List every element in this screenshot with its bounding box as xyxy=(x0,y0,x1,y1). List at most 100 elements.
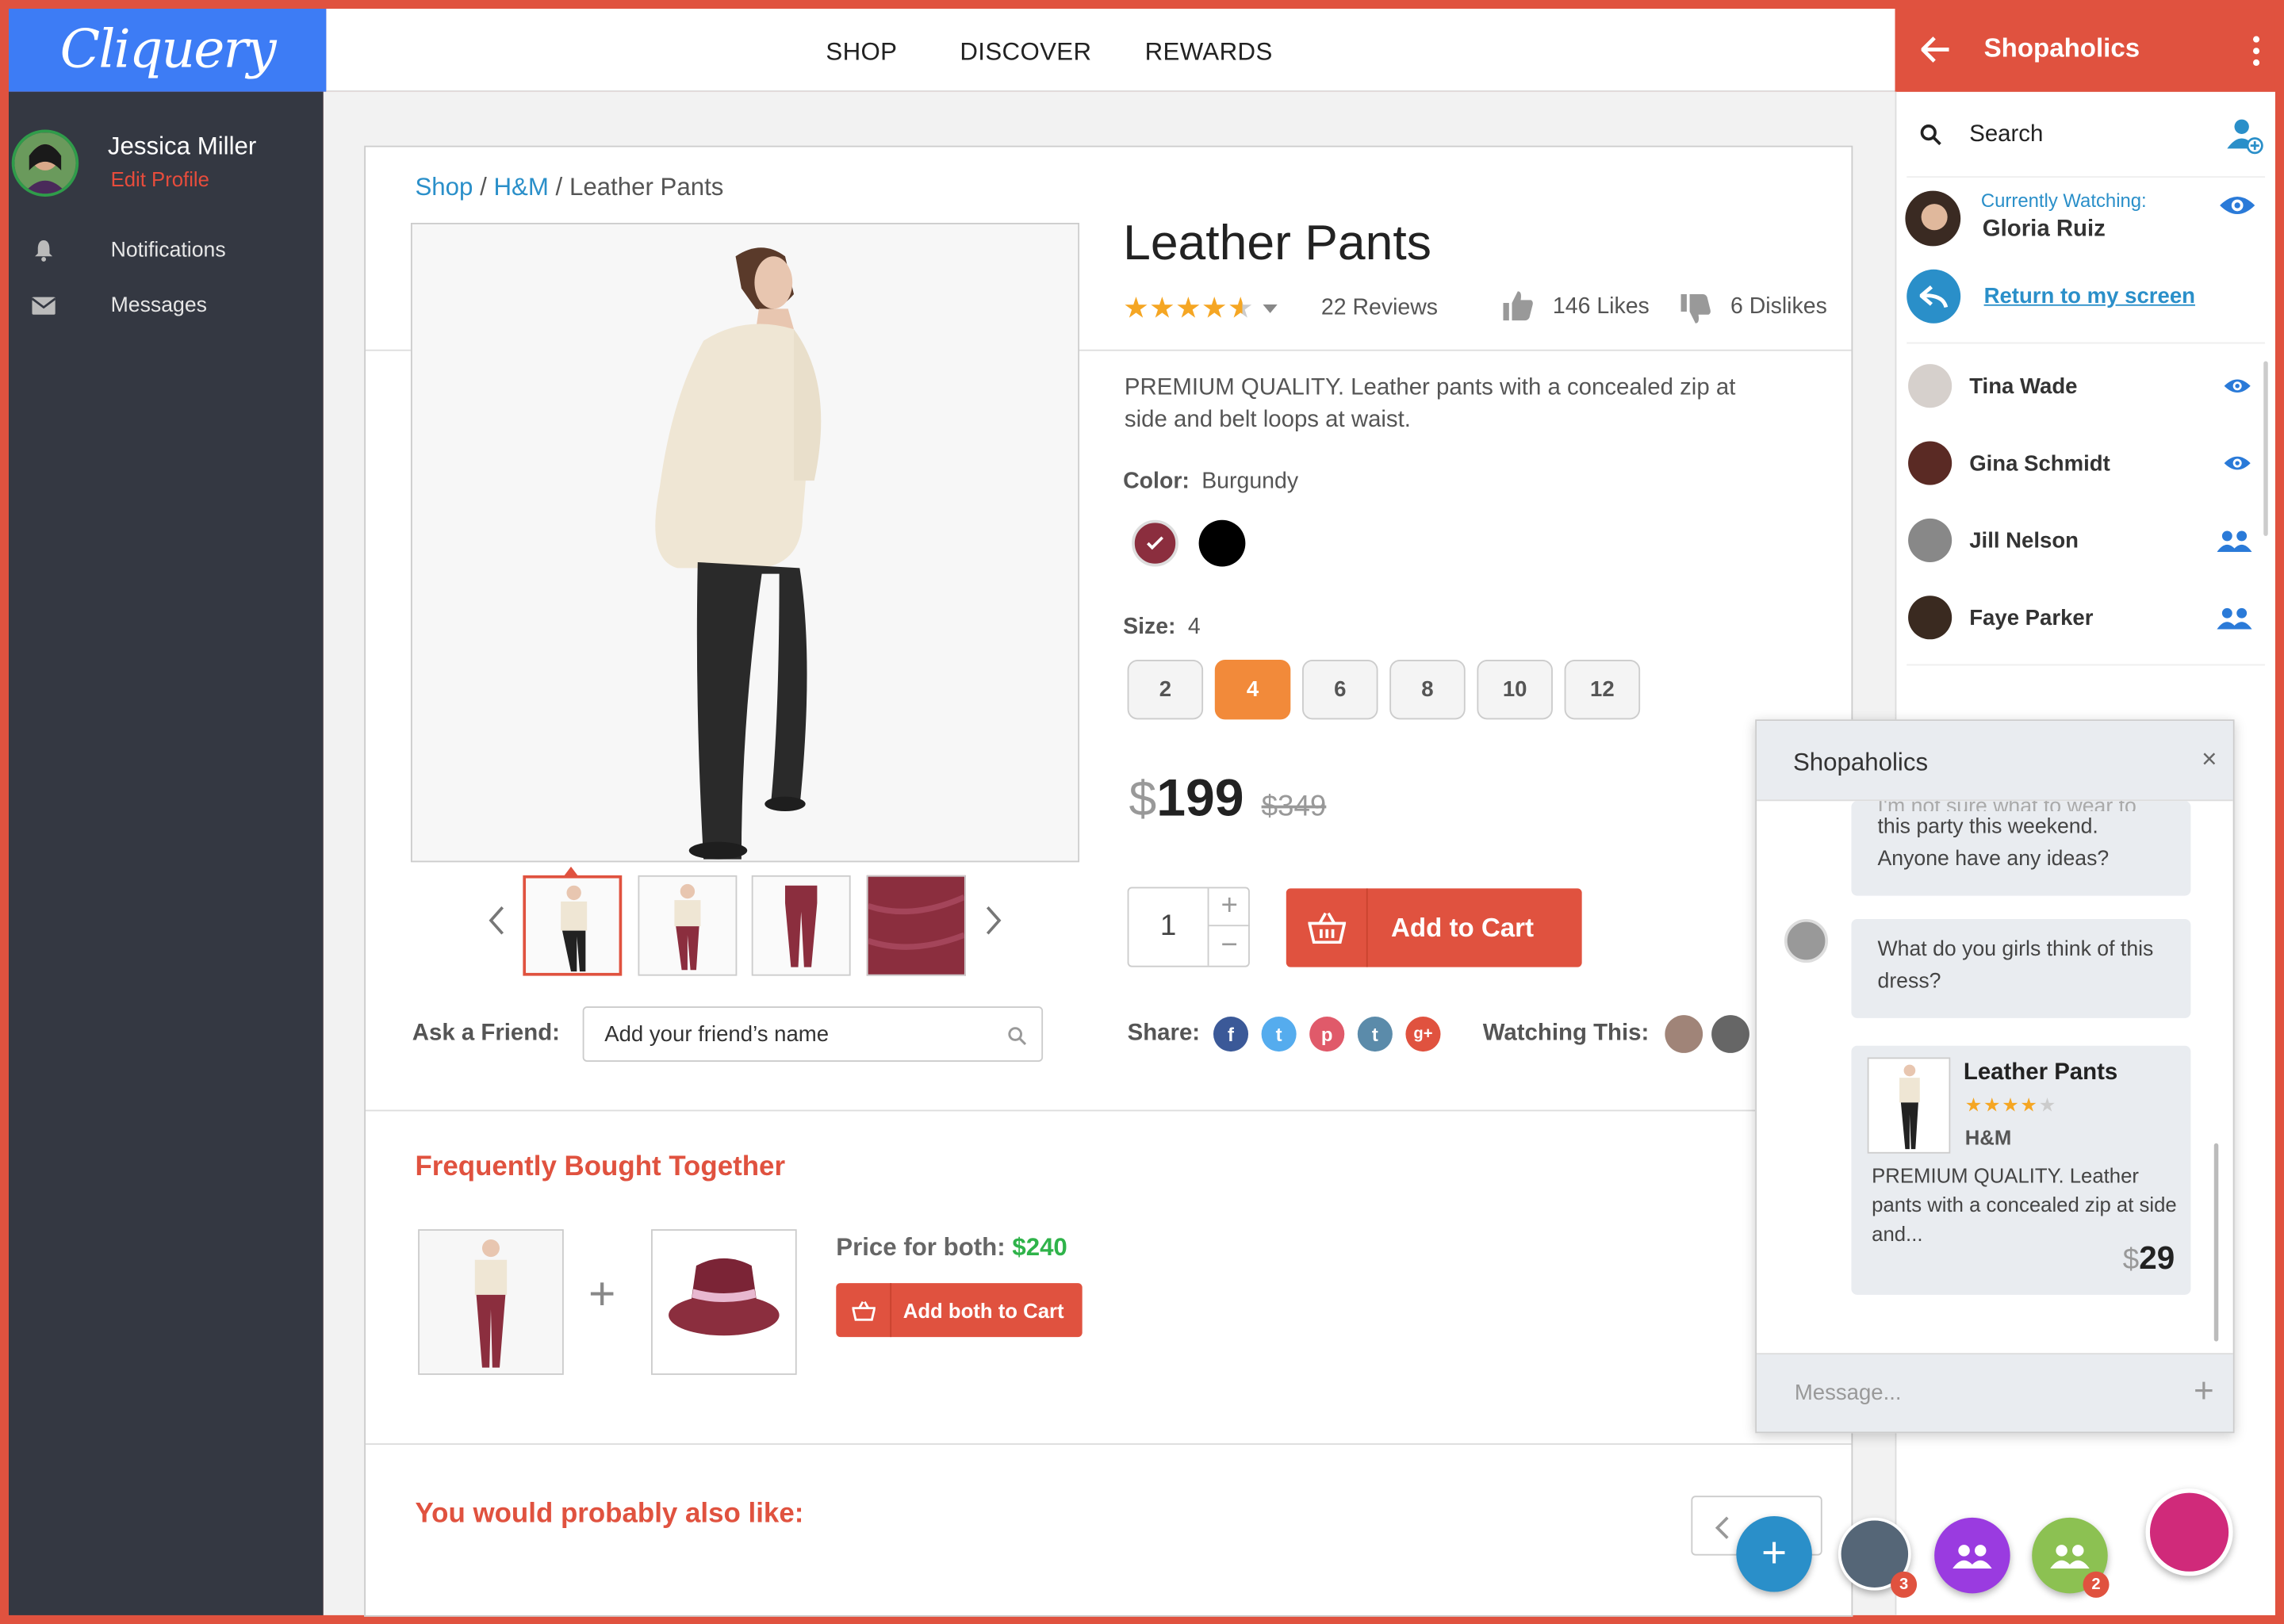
nav-discover[interactable]: DISCOVER xyxy=(960,38,1091,67)
add-attachment-icon[interactable]: + xyxy=(2194,1372,2214,1412)
chat-price-value: 29 xyxy=(2139,1239,2175,1276)
back-arrow-icon[interactable] xyxy=(1921,36,1951,63)
bundle-item-hat[interactable] xyxy=(651,1229,797,1375)
bought-together-title: Frequently Bought Together xyxy=(415,1151,786,1183)
facebook-icon[interactable]: f xyxy=(1213,1017,1249,1052)
thumbnail-4[interactable] xyxy=(866,875,966,976)
divider xyxy=(366,1443,1852,1446)
return-to-screen-link[interactable]: Return to my screen xyxy=(1984,284,2195,308)
friend-name: Gina Schmidt xyxy=(1969,450,2110,476)
avatar xyxy=(1908,441,1953,485)
chat-product-price: $ 29 xyxy=(2123,1239,2175,1276)
plus-icon[interactable]: + xyxy=(1209,888,1250,927)
friend-item-gina-schmidt[interactable]: Gina Schmidt xyxy=(1908,434,2258,492)
divider xyxy=(1079,349,1852,351)
chevron-left-icon[interactable] xyxy=(1713,1515,1730,1541)
breadcrumb: Shop / H&M / Leather Pants xyxy=(415,174,723,203)
caret-up-icon xyxy=(561,866,581,879)
chat-product-card[interactable]: Leather Pants ★★★★★ H&M PREMIUM QUALITY.… xyxy=(1851,1045,2191,1295)
friend-item-jill-nelson[interactable]: Jill Nelson xyxy=(1908,511,2258,569)
ask-friend-label: Ask a Friend: xyxy=(412,1021,560,1046)
new-chat-fab[interactable]: + xyxy=(1736,1516,1812,1592)
sidebar-item-label: Notifications xyxy=(110,239,226,262)
price-value: 199 xyxy=(1156,767,1244,828)
watching-avatar[interactable] xyxy=(1905,190,1961,247)
add-both-to-cart-button[interactable]: Add both to Cart xyxy=(836,1283,1083,1338)
stepper-controls: + − xyxy=(1207,888,1250,966)
bundle-price-label: Price for both: xyxy=(836,1233,1006,1262)
google-plus-icon[interactable]: g+ xyxy=(1405,1017,1441,1052)
thumbs-down-icon[interactable] xyxy=(1678,291,1713,326)
thumbnail-3[interactable] xyxy=(751,875,851,976)
eye-icon[interactable] xyxy=(2223,377,2252,395)
watcher-avatar[interactable] xyxy=(1665,1015,1703,1053)
thumbnail-1[interactable] xyxy=(523,875,623,976)
size-button-2[interactable]: 2 xyxy=(1127,660,1204,720)
eye-icon[interactable] xyxy=(2223,454,2252,472)
reviews-link[interactable]: 22 Reviews xyxy=(1321,296,1438,322)
avatar[interactable] xyxy=(11,129,79,197)
add-to-cart-button[interactable]: Add to Cart xyxy=(1286,888,1582,967)
divider xyxy=(1907,664,2266,666)
size-label: Size: xyxy=(1123,615,1176,640)
friend-item-faye-parker[interactable]: Faye Parker xyxy=(1908,588,2258,646)
ask-friend-input[interactable]: Add your friend’s name xyxy=(582,1006,1044,1062)
chat-message-text: this party this weekend. Anyone have any… xyxy=(1877,815,2110,871)
breadcrumb-brand[interactable]: H&M xyxy=(493,174,548,201)
share-label: Share: xyxy=(1127,1021,1201,1046)
return-icon[interactable] xyxy=(1907,269,1961,324)
basket-icon xyxy=(1307,912,1346,944)
add-friend-icon[interactable] xyxy=(2225,117,2263,155)
avatar xyxy=(1908,596,1953,640)
user-name: Jessica Miller xyxy=(107,132,257,161)
close-icon[interactable]: × xyxy=(2202,745,2217,776)
chat-avatar-fab[interactable] xyxy=(2145,1488,2233,1576)
nav-rewards[interactable]: REWARDS xyxy=(1145,38,1273,67)
thumbs-up-icon[interactable] xyxy=(1500,289,1535,324)
friend-item-tina-wade[interactable]: Tina Wade xyxy=(1908,357,2258,415)
chevron-right-icon[interactable] xyxy=(983,905,1004,936)
price: $ 199 $349 xyxy=(1129,768,1326,829)
breadcrumb-current: Leather Pants xyxy=(569,173,724,201)
currently-watching-name: Gloria Ruiz xyxy=(1982,216,2106,242)
size-button-8[interactable]: 8 xyxy=(1389,660,1466,720)
friends-search[interactable]: Search xyxy=(1908,102,2267,168)
minus-icon[interactable]: − xyxy=(1209,926,1249,964)
eye-icon[interactable] xyxy=(2218,193,2256,216)
size-button-4[interactable]: 4 xyxy=(1214,660,1291,720)
chevron-left-icon[interactable] xyxy=(486,905,507,936)
thumbnail-2[interactable] xyxy=(638,875,738,976)
group-chat-fab[interactable] xyxy=(1934,1517,2010,1594)
rating[interactable]: ★ ★ ★ ★ ★ xyxy=(1123,290,1278,327)
sidebar-item-messages[interactable]: Messages xyxy=(32,294,207,317)
quantity-value[interactable]: 1 xyxy=(1129,888,1207,965)
friend-name: Jill Nelson xyxy=(1969,527,2079,553)
nav-shop[interactable]: SHOP xyxy=(826,38,897,67)
size-button-10[interactable]: 10 xyxy=(1477,660,1553,720)
pinterest-icon[interactable]: p xyxy=(1309,1017,1345,1052)
more-vertical-icon[interactable] xyxy=(2252,35,2261,67)
chat-title: Shopaholics xyxy=(1792,749,1929,776)
sidebar-item-notifications[interactable]: Notifications xyxy=(32,239,226,262)
watcher-avatar[interactable] xyxy=(1711,1015,1749,1053)
chat-message-input[interactable]: Message... xyxy=(1795,1381,1902,1405)
color-swatch-black[interactable] xyxy=(1198,519,1246,567)
bell-icon xyxy=(35,240,53,262)
group-icon[interactable] xyxy=(2217,529,2252,553)
bundle-item-pants[interactable] xyxy=(418,1229,564,1375)
panel-scrollbar[interactable] xyxy=(2263,361,2268,536)
size-button-6[interactable]: 6 xyxy=(1302,660,1378,720)
chat-scrollbar[interactable] xyxy=(2213,1143,2219,1342)
breadcrumb-shop[interactable]: Shop xyxy=(415,174,473,201)
product-main-image[interactable] xyxy=(410,223,1079,863)
chat-sender-avatar[interactable] xyxy=(1784,918,1829,963)
logo[interactable]: Cliquery xyxy=(9,9,327,92)
twitter-icon[interactable]: t xyxy=(1261,1017,1297,1052)
color-row: Color: Burgundy xyxy=(1123,469,1298,495)
size-button-12[interactable]: 12 xyxy=(1564,660,1641,720)
tumblr-icon[interactable]: t xyxy=(1357,1017,1393,1052)
chat-header: Shopaholics × xyxy=(1757,721,2233,802)
edit-profile-link[interactable]: Edit Profile xyxy=(111,167,209,190)
group-icon[interactable] xyxy=(2217,606,2252,630)
color-swatch-burgundy[interactable] xyxy=(1132,519,1178,567)
